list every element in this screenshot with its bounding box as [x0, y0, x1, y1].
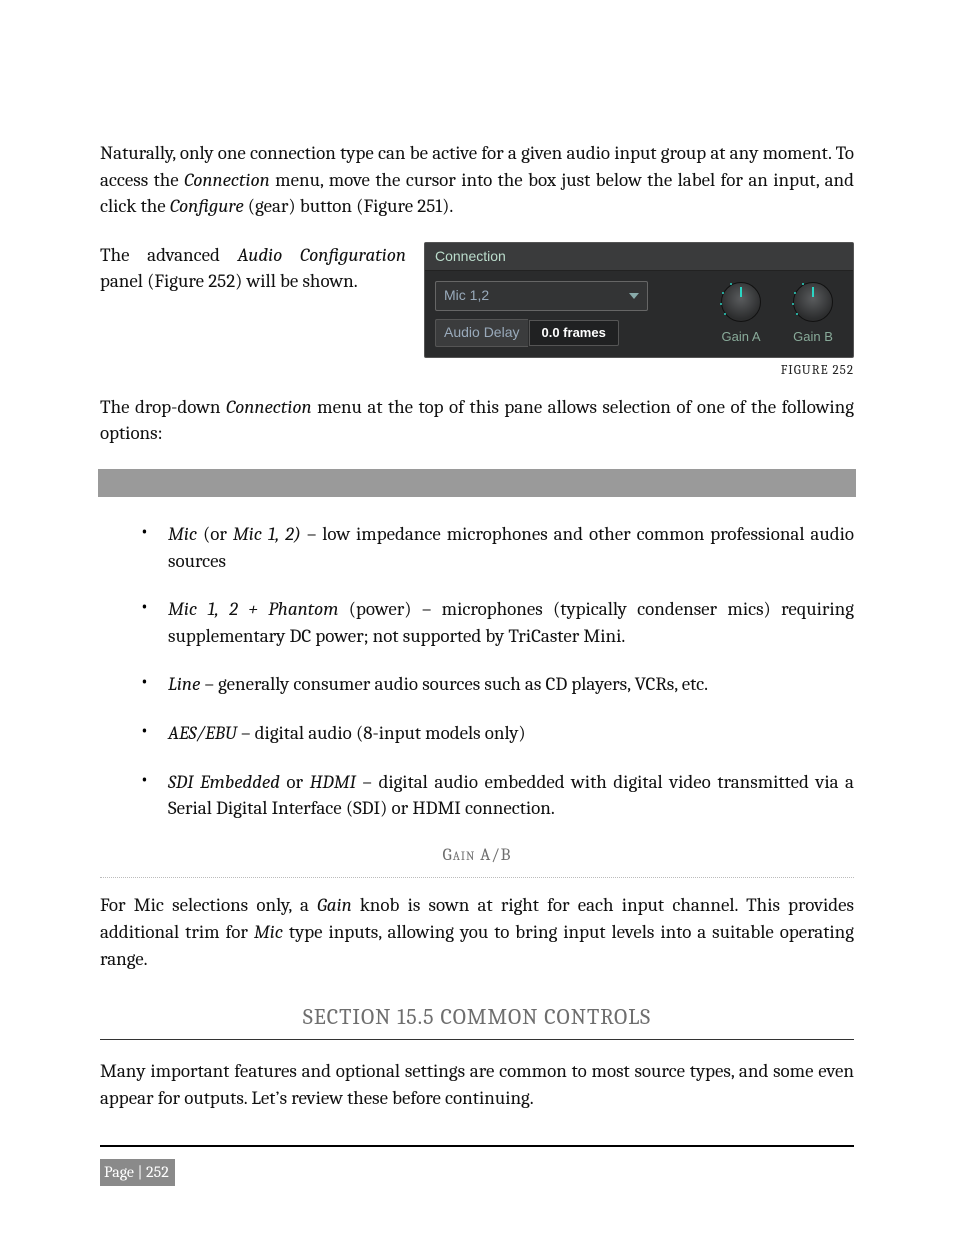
text-italic: HDMI [310, 771, 356, 793]
text-italic: Audio Configuration [238, 244, 406, 266]
text: – generally consumer audio sources such … [200, 673, 708, 695]
text-italic: Mic [168, 523, 197, 545]
text-italic: Gain [317, 894, 352, 916]
text-italic: Mic 1, 2) [233, 523, 301, 545]
text-italic: SDI Embedded [168, 771, 280, 793]
text-italic: Mic 1, 2 + Phantom [168, 598, 338, 620]
text-italic: AES/EBU [168, 722, 237, 744]
text: panel (Figure 252) will be shown. [100, 270, 358, 292]
dropdown-paragraph: The drop-down Connection menu at the top… [100, 394, 854, 447]
intro-paragraph: Naturally, only one connection type can … [100, 140, 854, 220]
chevron-down-icon [629, 293, 639, 299]
knob-indicator-icon [740, 287, 742, 297]
text: The advanced [100, 244, 238, 266]
connection-dropdown[interactable]: Mic 1,2 [435, 281, 648, 311]
audio-delay-value[interactable]: 0.0 frames [529, 320, 619, 346]
gain-a-column: Gain A [711, 282, 771, 346]
text: The drop-down [100, 396, 226, 418]
text-italic: Connection [226, 396, 312, 418]
knob-indicator-icon [812, 287, 814, 297]
page-number: Page | 252 [100, 1159, 175, 1185]
text-italic: Mic [254, 921, 283, 943]
gain-a-knob[interactable] [721, 282, 761, 322]
panel-title: Connection [425, 243, 853, 272]
dropdown-value: Mic 1,2 [444, 286, 489, 306]
gain-b-knob[interactable] [793, 282, 833, 322]
figure-caption: FIGURE 252 [424, 362, 854, 380]
text: (gear) button (Figure 251). [244, 195, 454, 217]
gain-heading: Gain A/B [100, 844, 854, 868]
list-item: Mic (or Mic 1, 2) – low impedance microp… [140, 521, 854, 574]
footer-rule [100, 1145, 854, 1147]
section-rule [100, 1039, 854, 1040]
panel-intro-text: The advanced Audio Configuration panel (… [100, 242, 406, 295]
figure-252: Connection Mic 1,2 Audio Delay 0.0 frame… [424, 242, 854, 380]
list-item: AES/EBU – digital audio (8-input models … [140, 720, 854, 747]
gain-b-column: Gain B [783, 282, 843, 346]
audio-delay-row: Audio Delay 0.0 frames [435, 319, 699, 347]
audio-delay-label: Audio Delay [435, 319, 528, 347]
gain-a-label: Gain A [721, 328, 760, 346]
list-item: SDI Embedded or HDMI – digital audio emb… [140, 769, 854, 822]
text: (or [197, 523, 233, 545]
connection-options-list: Mic (or Mic 1, 2) – low impedance microp… [100, 521, 854, 822]
text: For Mic selections only, a [100, 894, 317, 916]
list-item: Mic 1, 2 + Phantom (power) – microphones… [140, 596, 854, 649]
gain-b-label: Gain B [793, 328, 833, 346]
section-heading: SECTION 15.5 COMMON CONTROLS [100, 1002, 854, 1033]
gray-divider [98, 469, 856, 497]
text: or [280, 771, 310, 793]
list-item: Line – generally consumer audio sources … [140, 671, 854, 698]
dotted-rule [100, 877, 854, 878]
text-italic: Line [168, 673, 200, 695]
gain-paragraph: For Mic selections only, a Gain knob is … [100, 892, 854, 972]
text: – digital audio (8-input models only) [237, 722, 526, 744]
text-italic: Configure [170, 195, 244, 217]
connection-panel: Connection Mic 1,2 Audio Delay 0.0 frame… [424, 242, 854, 358]
closing-paragraph: Many important features and optional set… [100, 1058, 854, 1111]
text-italic: Connection [184, 169, 270, 191]
